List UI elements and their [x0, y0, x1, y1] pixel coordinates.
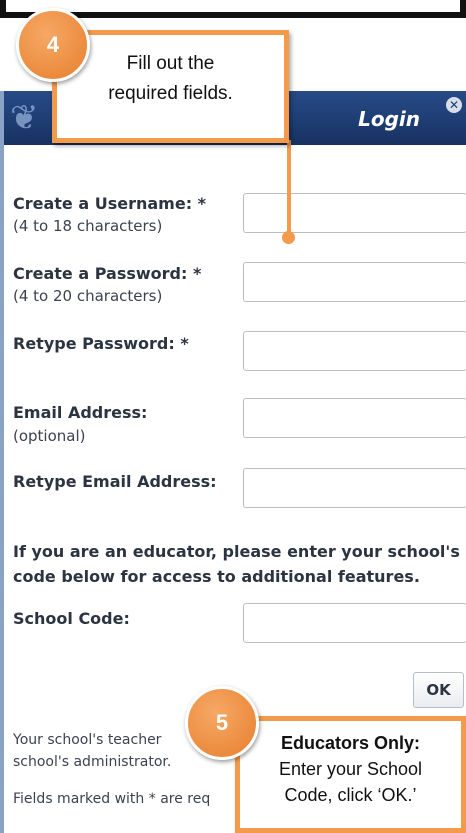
password-input[interactable]	[243, 262, 466, 302]
username-label: Create a Username: *	[13, 194, 207, 213]
callout-leader-line	[287, 140, 291, 236]
step-5-badge: 5	[185, 686, 259, 760]
callout-step-5-line1: Enter your School	[278, 759, 423, 779]
footer-line-3: Fields marked with * are req	[13, 791, 211, 807]
password-hint: (4 to 20 characters)	[13, 287, 163, 305]
school-code-input[interactable]	[243, 603, 466, 643]
callout-step-5: Educators Only: Enter your School Code, …	[235, 716, 466, 833]
footer-line-1: Your school's teacher	[13, 732, 162, 748]
callout-step-4-line2: required fields.	[108, 83, 233, 104]
callout-step-5-line2: Code, click ‘OK.’	[284, 785, 417, 805]
dialog-title: Login	[358, 107, 420, 131]
retype-password-input[interactable]	[243, 331, 466, 371]
callout-step-5-title: Educators Only:	[280, 733, 421, 753]
school-code-label: School Code:	[13, 609, 130, 628]
retype-email-label: Retype Email Address:	[13, 472, 217, 491]
email-hint: (optional)	[13, 427, 86, 445]
ok-button[interactable]: OK	[413, 672, 464, 708]
password-label: Create a Password: *	[13, 264, 202, 283]
close-icon[interactable]: ✕	[446, 97, 462, 113]
email-input[interactable]	[243, 398, 466, 438]
email-label: Email Address:	[13, 403, 148, 422]
callout-step-4-line1: Fill out the	[126, 53, 215, 74]
retype-password-label: Retype Password: *	[13, 334, 189, 353]
step-4-badge: 4	[16, 8, 90, 82]
retype-email-input[interactable]	[243, 468, 466, 508]
username-hint: (4 to 18 characters)	[13, 217, 163, 235]
footer-line-2: school's administrator.	[13, 754, 172, 770]
callout-leader-dot	[282, 231, 295, 244]
username-input[interactable]	[243, 193, 466, 233]
educator-prompt: If you are an educator, please enter you…	[13, 542, 460, 586]
